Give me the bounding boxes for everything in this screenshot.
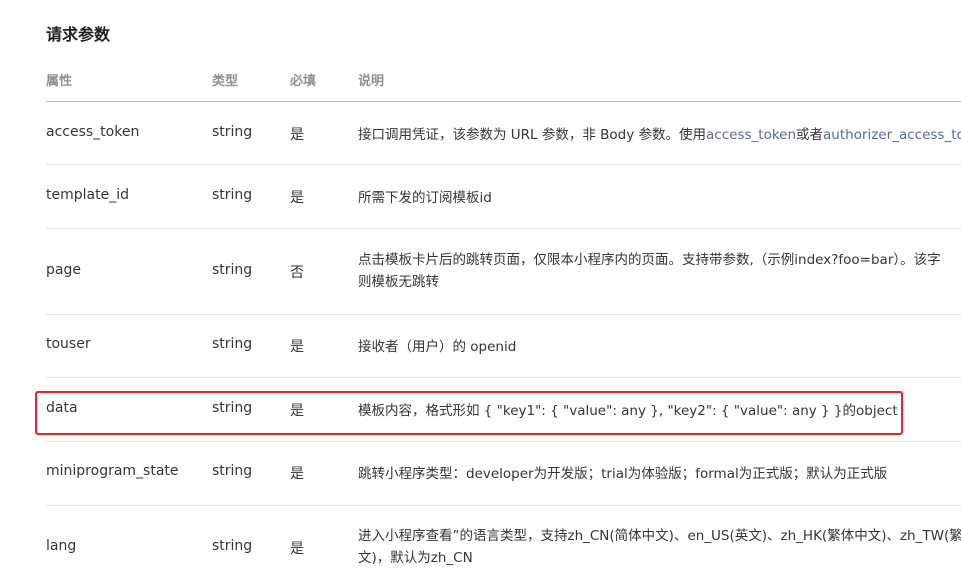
desc-text: 或者 — [796, 127, 824, 143]
header-divider — [46, 101, 961, 102]
header-name: 属性 — [46, 74, 73, 89]
header-type: 类型 — [212, 74, 239, 89]
section-title: 请求参数 — [46, 25, 111, 44]
param-description: 接收者（用户）的 openid — [358, 339, 517, 355]
param-required: 是 — [290, 190, 304, 206]
param-description: 点击模板卡片后的跳转页面，仅限本小程序内的页面。支持带参数,（示例index?f… — [358, 249, 961, 293]
desc-line: 文)，默认为zh_CN — [358, 550, 473, 566]
param-type: string — [212, 538, 253, 554]
row-divider — [46, 314, 961, 315]
row-divider — [46, 164, 961, 165]
param-name: miniprogram_state — [46, 463, 179, 479]
param-type: string — [212, 336, 253, 352]
desc-line: 则模板无跳转 — [358, 274, 439, 290]
param-name: template_id — [46, 187, 129, 203]
access-token-link[interactable]: access_token — [706, 127, 796, 143]
param-required: 否 — [290, 265, 304, 281]
authorizer-access-token-link[interactable]: authorizer_access_to — [823, 127, 961, 143]
param-type: string — [212, 187, 253, 203]
param-description: 进入小程序查看”的语言类型，支持zh_CN(简体中文)、en_US(英文)、zh… — [358, 525, 961, 569]
desc-text: 接口调用凭证，该参数为 URL 参数，非 Body 参数。使用 — [358, 127, 707, 143]
param-required: 是 — [290, 541, 304, 557]
param-description: 接口调用凭证，该参数为 URL 参数，非 Body 参数。使用access_to… — [358, 124, 961, 146]
header-required: 必填 — [290, 74, 317, 89]
param-required: 是 — [290, 127, 304, 143]
param-name: lang — [46, 538, 77, 554]
header-description: 说明 — [358, 74, 385, 89]
param-name: access_token — [46, 124, 140, 140]
row-divider — [46, 228, 961, 229]
desc-line: 点击模板卡片后的跳转页面，仅限本小程序内的页面。支持带参数,（示例index?f… — [358, 252, 941, 268]
param-name: page — [46, 262, 81, 278]
param-description: 所需下发的订阅模板id — [358, 190, 492, 206]
highlight-box — [35, 391, 903, 435]
param-required: 是 — [290, 466, 304, 482]
row-divider — [46, 441, 961, 442]
desc-line: 进入小程序查看”的语言类型，支持zh_CN(简体中文)、en_US(英文)、zh… — [358, 528, 961, 544]
param-description: 跳转小程序类型：developer为开发版；trial为体验版；formal为正… — [358, 466, 888, 482]
row-divider — [46, 377, 961, 378]
param-type: string — [212, 262, 253, 278]
param-name: touser — [46, 336, 91, 352]
param-type: string — [212, 463, 253, 479]
param-required: 是 — [290, 339, 304, 355]
table-header: 属性 类型 必填 说明 — [46, 70, 961, 90]
param-type: string — [212, 124, 253, 140]
row-divider — [46, 505, 961, 506]
